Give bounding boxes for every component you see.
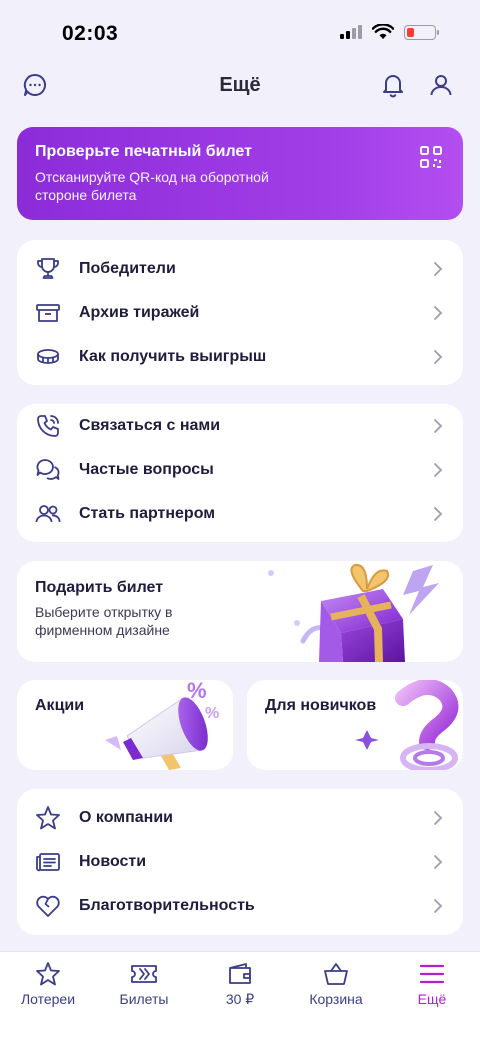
archive-box-icon xyxy=(36,304,60,322)
menu-item-label: Благотворительность xyxy=(79,897,255,914)
status-icons xyxy=(340,24,439,40)
chat-bubbles-icon xyxy=(36,459,60,480)
signal-icon xyxy=(340,25,362,39)
check-ticket-banner[interactable]: Проверьте печатный билет Отсканируйте QR… xyxy=(17,127,463,220)
gift-ticket-card[interactable]: Подарить билет Выберите открытку в фирме… xyxy=(17,561,463,662)
gift-card-subtitle: Выберите открытку в фирменном дизайне xyxy=(35,604,173,638)
chevron-right-icon xyxy=(434,262,443,276)
shopping-bag-icon xyxy=(324,963,348,985)
menu-item-draw-archive[interactable]: Архив тиражей xyxy=(17,291,463,335)
menu-group-company: О компании Новости Благотворительность xyxy=(17,789,463,935)
promotions-title: Акции xyxy=(35,697,85,714)
ticket-icon xyxy=(131,965,157,983)
coins-icon xyxy=(37,349,59,364)
banner-subtitle: Отсканируйте QR-код на оборотной стороне… xyxy=(35,169,269,203)
tab-label: Ещё xyxy=(417,991,447,1007)
status-bar: 02:03 xyxy=(0,0,480,66)
menu-item-winners[interactable]: Победители xyxy=(17,247,463,291)
menu-item-label: О компании xyxy=(79,809,173,826)
tab-cart[interactable]: Корзина xyxy=(288,960,384,1007)
menu-item-label: Победители xyxy=(79,260,176,277)
star-icon xyxy=(36,806,60,830)
chevron-right-icon xyxy=(434,350,443,364)
svg-text:%: % xyxy=(187,680,207,703)
chevron-right-icon xyxy=(434,419,443,433)
menu-item-news[interactable]: Новости xyxy=(17,840,463,884)
tab-more[interactable]: Ещё xyxy=(384,960,480,1007)
bell-icon[interactable] xyxy=(380,72,406,98)
chevron-right-icon xyxy=(434,507,443,521)
menu-item-charity[interactable]: Благотворительность xyxy=(17,884,463,928)
profile-icon[interactable] xyxy=(428,72,454,98)
menu-item-label: Новости xyxy=(79,853,147,870)
tab-tickets[interactable]: Билеты xyxy=(96,960,192,1007)
page-title: Ещё xyxy=(219,74,261,96)
menu-item-faq[interactable]: Частые вопросы xyxy=(17,448,463,492)
menu-item-contact[interactable]: Связаться с нами xyxy=(17,404,463,448)
menu-group-lottery: Победители Архив тиражей Как получить вы… xyxy=(17,240,463,385)
chevron-right-icon xyxy=(434,306,443,320)
heart-icon xyxy=(36,895,60,917)
promotions-tile[interactable]: Акции % % xyxy=(17,680,233,770)
newcomers-tile[interactable]: Для новичков xyxy=(247,680,463,770)
wallet-icon xyxy=(229,963,251,984)
menu-item-label: Частые вопросы xyxy=(79,461,214,478)
battery-icon xyxy=(404,24,439,40)
star-icon xyxy=(36,962,60,986)
megaphone-illustration: % % xyxy=(105,680,219,770)
chevron-right-icon xyxy=(434,463,443,477)
question-mark-illustration xyxy=(355,680,459,770)
tab-label: Лотереи xyxy=(20,991,76,1007)
tab-lotteries[interactable]: Лотереи xyxy=(0,960,96,1007)
top-header: Ещё xyxy=(0,66,480,106)
menu-item-label: Архив тиражей xyxy=(79,304,200,321)
tab-label: Корзина xyxy=(309,991,363,1007)
menu-item-label: Как получить выигрыш xyxy=(79,348,267,365)
menu-icon xyxy=(419,964,445,984)
phone-icon xyxy=(37,415,59,437)
menu-item-label: Связаться с нами xyxy=(79,417,221,434)
users-icon xyxy=(35,505,61,523)
menu-item-label: Стать партнером xyxy=(79,505,216,522)
bottom-tab-bar: Лотереи Билеты 30 ₽ Корзина Ещё xyxy=(0,951,480,1043)
svg-text:%: % xyxy=(205,705,219,722)
tab-label: 30 ₽ xyxy=(225,991,255,1007)
menu-item-partner[interactable]: Стать партнером xyxy=(17,492,463,536)
qr-code-icon xyxy=(420,146,442,168)
tab-wallet[interactable]: 30 ₽ xyxy=(192,960,288,1008)
chevron-right-icon xyxy=(434,811,443,825)
tab-label: Билеты xyxy=(119,991,169,1007)
status-time: 02:03 xyxy=(62,22,119,45)
menu-group-support: Связаться с нами Частые вопросы Стать па… xyxy=(17,404,463,542)
menu-item-get-prize[interactable]: Как получить выигрыш xyxy=(17,335,463,379)
chevron-right-icon xyxy=(434,899,443,913)
gift-card-title: Подарить билет xyxy=(35,579,164,596)
chevron-right-icon xyxy=(434,855,443,869)
news-icon xyxy=(36,853,60,872)
trophy-icon xyxy=(37,258,59,279)
menu-item-about[interactable]: О компании xyxy=(17,796,463,840)
wifi-icon xyxy=(372,24,394,39)
banner-title: Проверьте печатный билет xyxy=(35,143,252,160)
gift-box-illustration xyxy=(268,563,439,662)
